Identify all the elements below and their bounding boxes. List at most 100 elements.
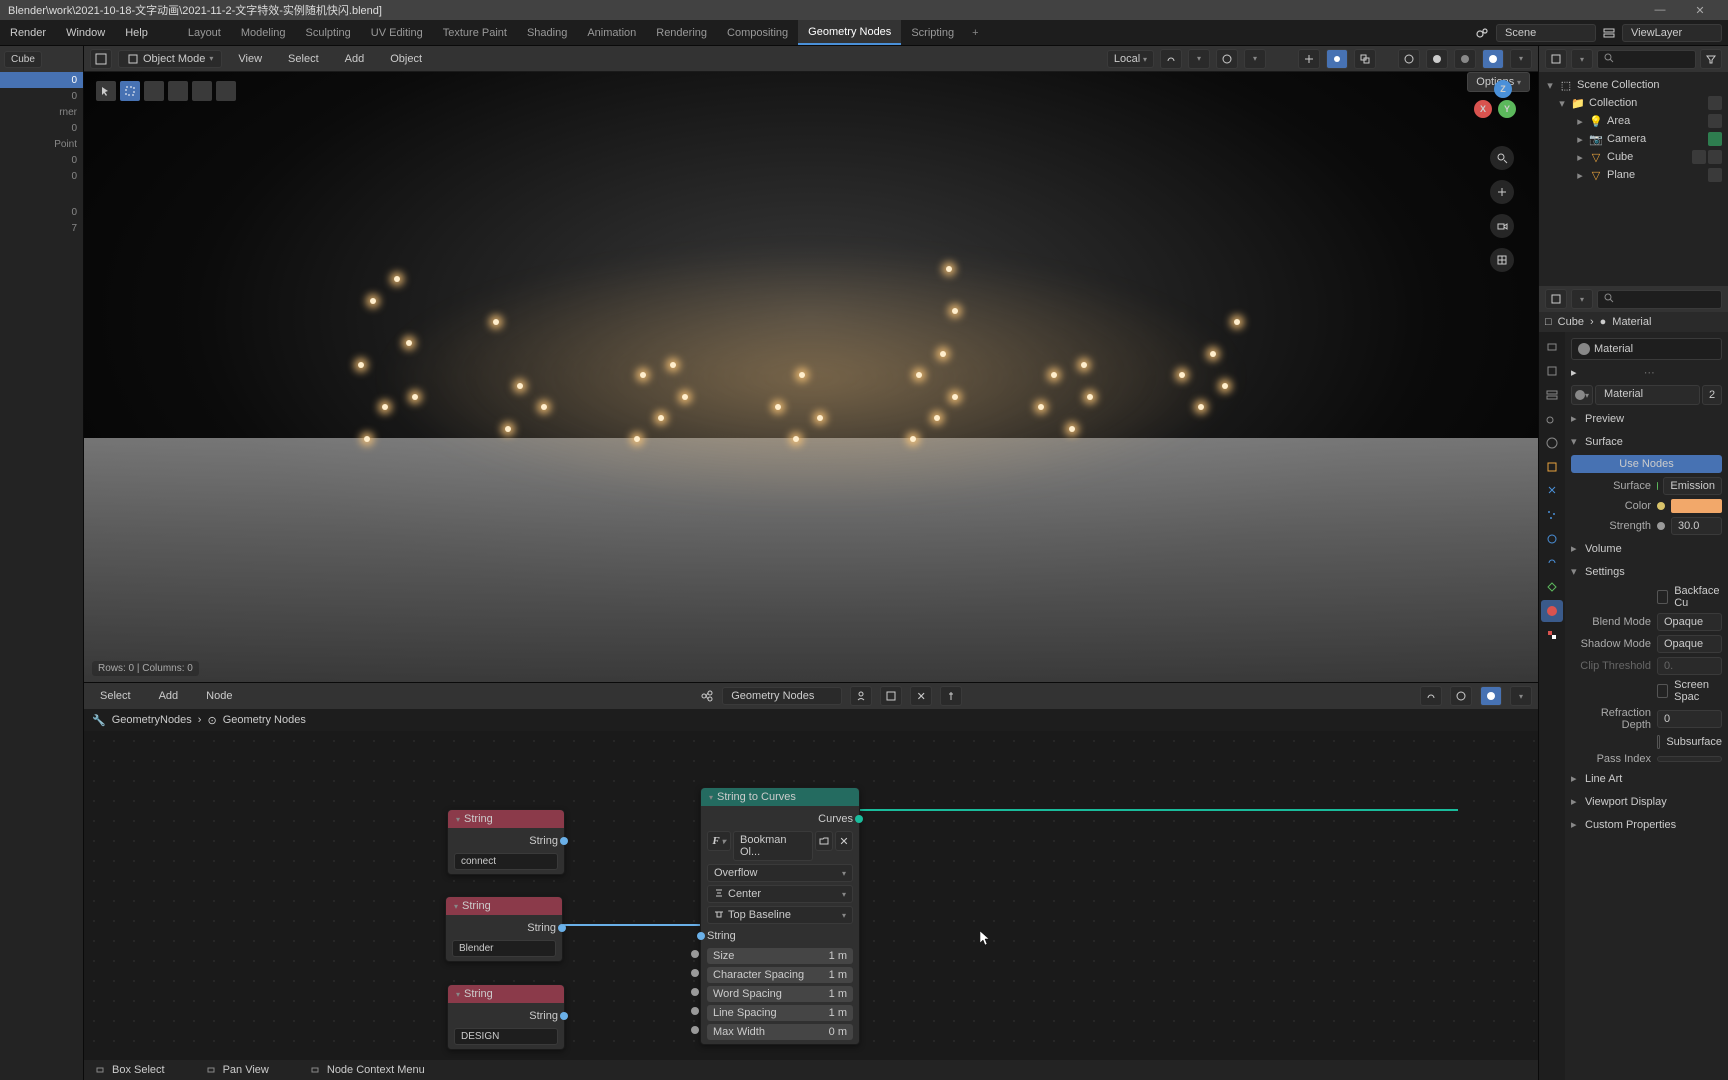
- tab-animation[interactable]: Animation: [577, 20, 646, 45]
- outliner-scene-collection[interactable]: ▾⬚Scene Collection: [1539, 76, 1728, 94]
- viewlayer-selector[interactable]: ViewLayer: [1622, 24, 1722, 42]
- viewport-menu-view[interactable]: View: [228, 46, 272, 71]
- prop-breadcrumb-mat[interactable]: Material: [1612, 316, 1651, 328]
- open-font-button[interactable]: [815, 831, 833, 851]
- node-string-3[interactable]: ▾String String: [447, 984, 565, 1050]
- viewport-menu-select[interactable]: Select: [278, 46, 329, 71]
- string-value-input[interactable]: [452, 940, 556, 957]
- camera-icon[interactable]: [1490, 214, 1514, 238]
- tab-constraint[interactable]: [1541, 552, 1563, 574]
- 3d-viewport[interactable]: Options ▾ Z Y X Rows: 0 | Columns: 0: [84, 72, 1538, 682]
- nodetree-pin[interactable]: [940, 686, 962, 706]
- tab-material[interactable]: [1541, 600, 1563, 622]
- material-slot[interactable]: Material: [1571, 338, 1722, 360]
- close-button[interactable]: ✕: [1680, 0, 1720, 20]
- section-preview[interactable]: ▸Preview: [1571, 409, 1722, 428]
- visibility-toggle[interactable]: [1708, 132, 1722, 146]
- menu-help[interactable]: Help: [115, 20, 158, 45]
- editor-type-button[interactable]: [90, 49, 112, 69]
- tab-data[interactable]: [1541, 576, 1563, 598]
- outliner-item-cube[interactable]: ▸▽Cube: [1539, 148, 1728, 166]
- tab-modeling[interactable]: Modeling: [231, 20, 296, 45]
- tab-rendering[interactable]: Rendering: [646, 20, 717, 45]
- font-icon[interactable]: F▾: [707, 831, 731, 851]
- shadow-mode-selector[interactable]: Opaque: [1657, 635, 1722, 653]
- mode-selector[interactable]: Object Mode ▾: [118, 50, 222, 68]
- outliner-item-camera[interactable]: ▸📷Camera: [1539, 130, 1728, 148]
- shading-matprev[interactable]: [1454, 49, 1476, 69]
- node-string-2[interactable]: ▾String String: [445, 896, 563, 962]
- visibility-toggle[interactable]: [1708, 114, 1722, 128]
- socket-out-string[interactable]: [560, 1012, 568, 1020]
- section-surface[interactable]: ▾Surface: [1571, 432, 1722, 451]
- gizmo-toggle[interactable]: [1298, 49, 1320, 69]
- ne-shading[interactable]: [1480, 686, 1502, 706]
- blend-mode-selector[interactable]: Opaque: [1657, 613, 1722, 631]
- section-viewport-display[interactable]: ▸Viewport Display: [1571, 792, 1722, 811]
- menu-render[interactable]: Render: [0, 20, 56, 45]
- tab-scene[interactable]: [1541, 408, 1563, 430]
- refraction-input[interactable]: 0: [1657, 710, 1722, 728]
- ne-menu-add[interactable]: Add: [149, 683, 189, 709]
- tab-output[interactable]: [1541, 360, 1563, 382]
- menu-window[interactable]: Window: [56, 20, 115, 45]
- outliner-display-mode[interactable]: ▾: [1571, 49, 1593, 69]
- nodetree-fake-user[interactable]: [850, 686, 872, 706]
- tab-sculpting[interactable]: Sculpting: [296, 20, 361, 45]
- tool-rotate[interactable]: [168, 81, 188, 101]
- node-canvas[interactable]: ▾String String ▾String String: [84, 731, 1538, 1060]
- font-selector[interactable]: Bookman Ol...: [733, 831, 813, 861]
- node-string-to-curves[interactable]: ▾String to Curves Curves F▾ Bookman Ol..…: [700, 787, 860, 1045]
- passindex-input[interactable]: [1657, 756, 1722, 762]
- node-string-1[interactable]: ▾String String: [447, 809, 565, 875]
- section-settings[interactable]: ▾Settings: [1571, 562, 1722, 581]
- tab-geometry-nodes[interactable]: Geometry Nodes: [798, 20, 901, 45]
- node-header[interactable]: ▾String to Curves: [701, 788, 859, 806]
- use-nodes-button[interactable]: Use Nodes: [1571, 455, 1722, 473]
- tab-shading[interactable]: Shading: [517, 20, 577, 45]
- axis-x[interactable]: X: [1474, 100, 1492, 118]
- xray-toggle[interactable]: [1354, 49, 1376, 69]
- tab-render[interactable]: [1541, 336, 1563, 358]
- socket-in[interactable]: [691, 1026, 699, 1034]
- spreadsheet-obj-selector[interactable]: Cube: [4, 51, 42, 68]
- string-value-input[interactable]: [454, 1028, 558, 1045]
- section-custom-properties[interactable]: ▸Custom Properties: [1571, 815, 1722, 834]
- prop-breadcrumb-obj[interactable]: Cube: [1558, 316, 1584, 328]
- tool-move[interactable]: [144, 81, 164, 101]
- tab-texture[interactable]: [1541, 624, 1563, 646]
- socket-out-string[interactable]: [558, 924, 566, 932]
- visibility-toggle[interactable]: [1708, 168, 1722, 182]
- proportional-falloff[interactable]: ▾: [1244, 49, 1266, 69]
- material-browse[interactable]: ▾: [1571, 385, 1593, 405]
- tab-modifier[interactable]: [1541, 480, 1563, 502]
- minimize-button[interactable]: —: [1640, 0, 1680, 20]
- socket-in[interactable]: [691, 969, 699, 977]
- perspective-icon[interactable]: [1490, 248, 1514, 272]
- tool-select-box[interactable]: [120, 81, 140, 101]
- viewport-menu-object[interactable]: Object: [380, 46, 432, 71]
- size-input[interactable]: Size1 m: [707, 948, 853, 964]
- ne-overlay[interactable]: [1450, 686, 1472, 706]
- ne-options[interactable]: ▾: [1510, 686, 1532, 706]
- outliner-filter[interactable]: [1700, 49, 1722, 69]
- outliner-search[interactable]: [1597, 50, 1696, 69]
- tab-uv-editing[interactable]: UV Editing: [361, 20, 433, 45]
- outliner-item-area[interactable]: ▸💡Area: [1539, 112, 1728, 130]
- tab-layout[interactable]: Layout: [178, 20, 231, 45]
- nodetree-unlink[interactable]: ✕: [910, 686, 932, 706]
- socket-out-curves[interactable]: [855, 815, 863, 823]
- max-width-input[interactable]: Max Width0 m: [707, 1024, 853, 1040]
- tab-texture-paint[interactable]: Texture Paint: [433, 20, 517, 45]
- outliner-collection[interactable]: ▾📁Collection: [1539, 94, 1728, 112]
- socket-in[interactable]: [691, 950, 699, 958]
- surface-shader-selector[interactable]: Emission: [1663, 477, 1722, 495]
- word-spacing-input[interactable]: Word Spacing1 m: [707, 986, 853, 1002]
- ne-menu-select[interactable]: Select: [90, 683, 141, 709]
- ne-menu-node[interactable]: Node: [196, 683, 242, 709]
- tab-viewlayer[interactable]: [1541, 384, 1563, 406]
- collection-exclude-toggle[interactable]: [1708, 96, 1722, 110]
- overflow-selector[interactable]: Overflow▾: [707, 864, 853, 882]
- node-header[interactable]: ▾String: [446, 897, 562, 915]
- tool-transform[interactable]: [216, 81, 236, 101]
